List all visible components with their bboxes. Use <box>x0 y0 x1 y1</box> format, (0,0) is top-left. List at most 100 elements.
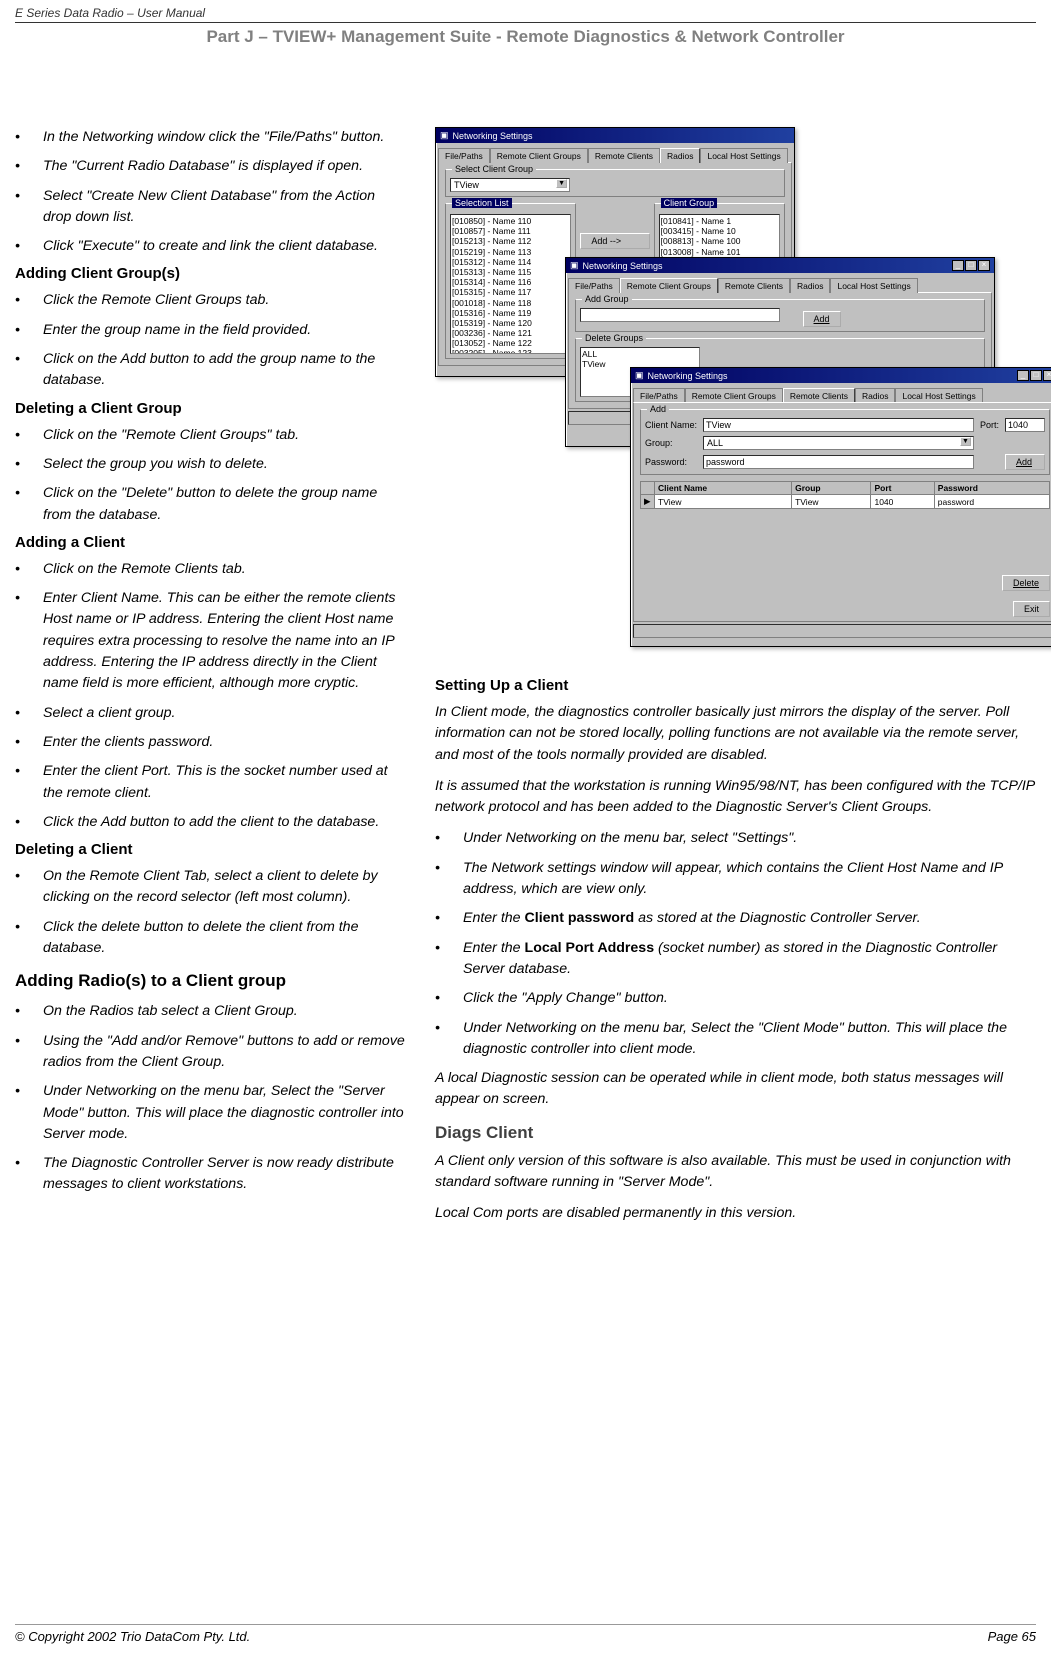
add-button[interactable]: Add --> <box>580 233 649 249</box>
group-name-input[interactable] <box>580 308 780 322</box>
tab-radios[interactable]: Radios <box>790 278 830 293</box>
footer-page: Page 65 <box>988 1629 1036 1644</box>
bullet: Under Networking on the menu bar, Select… <box>463 1018 1036 1061</box>
bullet: On the Radios tab select a Client Group. <box>43 1001 298 1022</box>
tab-local-host[interactable]: Local Host Settings <box>895 388 982 403</box>
paragraph: Local Com ports are disabled permanently… <box>435 1203 1036 1224</box>
footer-copyright: © Copyright 2002 Trio DataCom Pty. Ltd. <box>15 1629 250 1644</box>
bullet: Click the Add button to add the client t… <box>43 812 379 833</box>
group-combo[interactable]: ALL <box>703 436 974 450</box>
bullet: Click the "Apply Change" button. <box>463 988 668 1009</box>
paragraph: In Client mode, the diagnostics controll… <box>435 702 1036 766</box>
tab-remote-client-groups[interactable]: Remote Client Groups <box>685 388 783 403</box>
delete-groups-label: Delete Groups <box>582 333 646 343</box>
bullet: Enter the clients password. <box>43 732 213 753</box>
paragraph: It is assumed that the workstation is ru… <box>435 776 1036 819</box>
window-clients: ▣ Networking Settings _□× File/Paths Rem… <box>630 367 1051 647</box>
add-label: Add <box>647 404 669 414</box>
tab-filepaths[interactable]: File/Paths <box>568 278 620 293</box>
bullet: Enter the client Port. This is the socke… <box>43 761 405 804</box>
tab-radios[interactable]: Radios <box>855 388 895 403</box>
maximize-icon[interactable]: □ <box>1030 370 1042 381</box>
bullet: Click on the Add button to add the group… <box>43 349 405 392</box>
tab-filepaths[interactable]: File/Paths <box>438 148 490 163</box>
tab-local-host[interactable]: Local Host Settings <box>830 278 917 293</box>
close-icon[interactable]: × <box>1043 370 1051 381</box>
selection-list-label: Selection List <box>452 198 512 208</box>
password-label: Password: <box>645 457 697 467</box>
tab-filepaths[interactable]: File/Paths <box>633 388 685 403</box>
titlebar[interactable]: ▣ Networking Settings _□× <box>566 258 994 273</box>
titlebar[interactable]: ▣ Networking Settings _□× <box>631 368 1051 383</box>
selection-list[interactable]: [010850] - Name 110[010857] - Name 111[0… <box>450 214 571 354</box>
tab-remote-client-groups[interactable]: Remote Client Groups <box>620 278 718 293</box>
screenshot-stack: ▣ Networking Settings File/Paths Remote … <box>435 127 1036 647</box>
heading-del-group: Deleting a Client Group <box>15 400 405 417</box>
exit-button[interactable]: Exit <box>1013 601 1050 617</box>
tab-radios[interactable]: Radios <box>660 148 700 163</box>
bullet: Enter Client Name. This can be either th… <box>43 588 405 694</box>
password-input[interactable]: password <box>703 455 974 469</box>
add-button[interactable]: Add <box>1005 454 1045 470</box>
heading-diags-client: Diags Client <box>435 1123 1036 1143</box>
bullet: Select "Create New Client Database" from… <box>43 186 405 229</box>
section-title: Part J – TVIEW+ Management Suite - Remot… <box>15 27 1036 47</box>
window-title: Networking Settings <box>453 131 533 141</box>
port-input[interactable]: 1040 <box>1005 418 1045 432</box>
tab-local-host[interactable]: Local Host Settings <box>700 148 787 163</box>
bullet: The Network settings window will appear,… <box>463 858 1036 901</box>
bullet: Under Networking on the menu bar, select… <box>463 828 797 849</box>
bullet: On the Remote Client Tab, select a clien… <box>43 866 405 909</box>
clients-table[interactable]: Client Name Group Port Password ▶ TView … <box>640 481 1050 509</box>
manual-header: E Series Data Radio – User Manual <box>15 6 1036 23</box>
heading-add-client: Adding a Client <box>15 534 405 551</box>
paragraph: A local Diagnostic session can be operat… <box>435 1068 1036 1111</box>
bullet: Click the delete button to delete the cl… <box>43 917 405 960</box>
select-client-group-label: Select Client Group <box>452 164 536 174</box>
window-title: Networking Settings <box>583 261 663 271</box>
app-icon: ▣ <box>440 130 449 141</box>
client-group-list-label: Client Group <box>661 198 718 208</box>
delete-button[interactable]: Delete <box>1002 575 1050 591</box>
bullet: Using the "Add and/or Remove" buttons to… <box>43 1031 405 1074</box>
bullet: Enter the Client password as stored at t… <box>463 908 921 929</box>
bullet: Click the Remote Client Groups tab. <box>43 290 269 311</box>
add-group-label: Add Group <box>582 294 632 304</box>
bullet: Click on the Remote Clients tab. <box>43 559 246 580</box>
minimize-icon[interactable]: _ <box>1017 370 1029 381</box>
app-icon: ▣ <box>570 260 579 271</box>
bullet: In the Networking window click the "File… <box>43 127 384 148</box>
bullet: Click on the "Delete" button to delete t… <box>43 483 405 526</box>
heading-add-group: Adding Client Group(s) <box>15 265 405 282</box>
client-name-input[interactable]: TView <box>703 418 974 432</box>
tab-remote-clients[interactable]: Remote Clients <box>783 388 855 403</box>
window-title: Networking Settings <box>648 371 728 381</box>
app-icon: ▣ <box>635 370 644 381</box>
table-row[interactable]: ▶ TView TView 1040 password <box>641 495 1050 509</box>
bullet: Select a client group. <box>43 703 176 724</box>
bullet: The "Current Radio Database" is displaye… <box>43 156 363 177</box>
tab-remote-clients[interactable]: Remote Clients <box>588 148 660 163</box>
minimize-icon[interactable]: _ <box>952 260 964 271</box>
intro-bullets: •In the Networking window click the "Fil… <box>15 127 405 257</box>
heading-add-radios: Adding Radio(s) to a Client group <box>15 971 405 991</box>
close-icon[interactable]: × <box>978 260 990 271</box>
bullet: Click on the "Remote Client Groups" tab. <box>43 425 299 446</box>
port-label: Port: <box>980 420 999 430</box>
bullet: Enter the Local Port Address (socket num… <box>463 938 1036 981</box>
paragraph: A Client only version of this software i… <box>435 1151 1036 1194</box>
titlebar[interactable]: ▣ Networking Settings <box>436 128 794 143</box>
client-name-label: Client Name: <box>645 420 697 430</box>
maximize-icon[interactable]: □ <box>965 260 977 271</box>
add-button[interactable]: Add <box>803 311 841 327</box>
heading-setting-client: Setting Up a Client <box>435 677 1036 694</box>
bullet: The Diagnostic Controller Server is now … <box>43 1153 405 1196</box>
tab-remote-client-groups[interactable]: Remote Client Groups <box>490 148 588 163</box>
bullet: Under Networking on the menu bar, Select… <box>43 1081 405 1145</box>
group-label: Group: <box>645 438 697 448</box>
bullet: Enter the group name in the field provid… <box>43 320 311 341</box>
client-group-combo[interactable]: TView <box>450 178 570 192</box>
bullet: Select the group you wish to delete. <box>43 454 268 475</box>
heading-del-client: Deleting a Client <box>15 841 405 858</box>
tab-remote-clients[interactable]: Remote Clients <box>718 278 790 293</box>
